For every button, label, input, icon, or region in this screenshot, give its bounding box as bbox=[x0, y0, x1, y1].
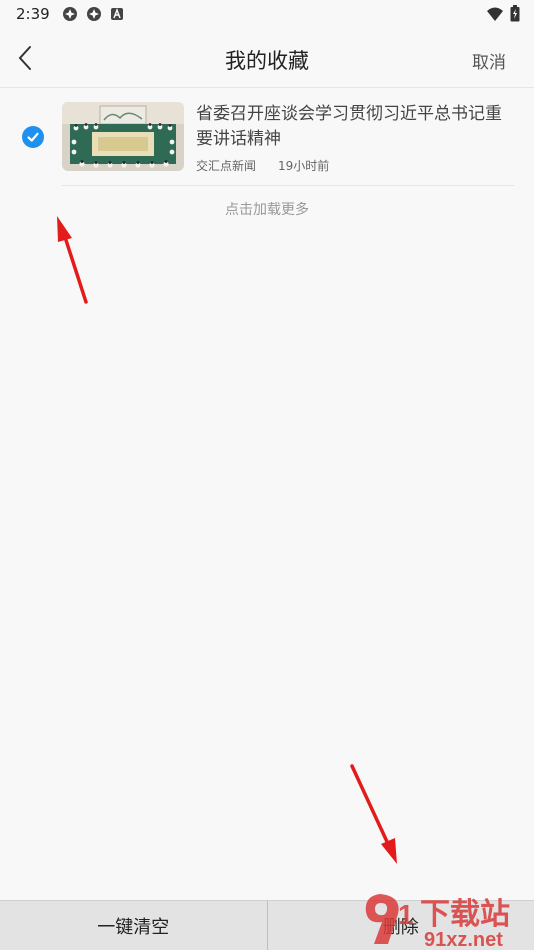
favorite-list-item[interactable]: 省委召开座谈会学习贯彻习近平总书记重要讲话精神 交汇点新闻 19小时前 bbox=[0, 88, 534, 186]
app-notification-icon bbox=[86, 7, 101, 21]
wifi-icon bbox=[487, 7, 503, 21]
svg-text:91xz.net: 91xz.net bbox=[424, 929, 503, 950]
status-left-icons bbox=[62, 6, 124, 22]
news-time: 19小时前 bbox=[278, 159, 330, 173]
news-source: 交汇点新闻 bbox=[196, 159, 257, 173]
arrow-down-right-icon bbox=[350, 764, 397, 864]
cancel-button[interactable]: 取消 bbox=[472, 48, 506, 73]
status-time: 2:39 bbox=[16, 5, 50, 23]
svg-text:1: 1 bbox=[398, 899, 414, 930]
site-watermark-logo: 1 下载站 91xz.net bbox=[365, 894, 510, 950]
header: 我的收藏 取消 bbox=[0, 28, 534, 88]
meeting-photo-image bbox=[62, 102, 184, 171]
clear-all-button[interactable]: 一键清空 bbox=[0, 901, 267, 950]
checkmark-icon bbox=[27, 132, 39, 142]
news-meta: 交汇点新闻 19小时前 bbox=[196, 157, 329, 174]
battery-icon bbox=[510, 5, 520, 22]
svg-text:下载站: 下载站 bbox=[420, 898, 510, 931]
arrow-up-left-icon bbox=[57, 216, 88, 304]
news-thumbnail[interactable] bbox=[62, 102, 184, 171]
status-bar: 2:39 bbox=[0, 0, 534, 28]
status-right-icons bbox=[486, 5, 520, 22]
load-more-button[interactable]: 点击加载更多 bbox=[0, 199, 534, 219]
app-notification-icon bbox=[62, 7, 77, 21]
a-badge-icon bbox=[110, 8, 123, 20]
page-title: 我的收藏 bbox=[225, 49, 309, 73]
news-title[interactable]: 省委召开座谈会学习贯彻习近平总书记重要讲话精神 bbox=[196, 102, 514, 152]
list-divider bbox=[62, 185, 514, 186]
selected-checkbox[interactable] bbox=[22, 126, 44, 148]
